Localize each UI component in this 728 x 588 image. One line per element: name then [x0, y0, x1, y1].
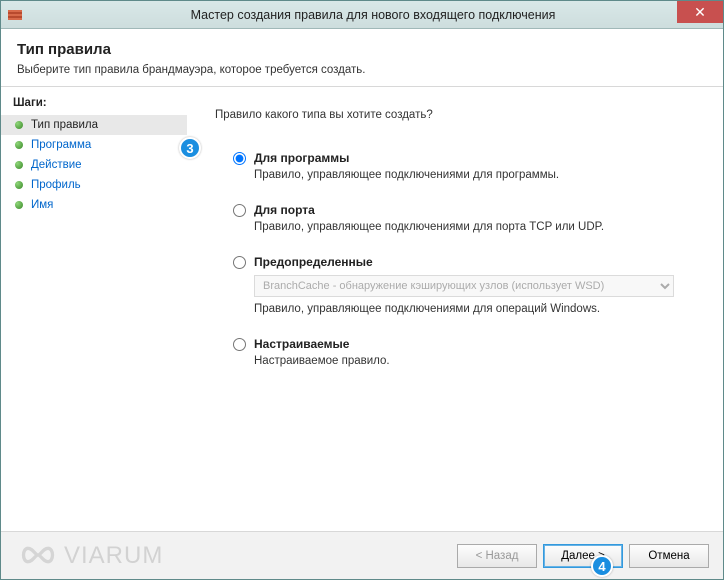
radio-description: Правило, управляющее подключениями для п…: [254, 221, 703, 233]
steps-header: Шаги:: [1, 93, 187, 115]
page-title: Тип правила: [17, 41, 707, 58]
step-label: Действие: [31, 159, 82, 171]
step-name[interactable]: Имя: [1, 195, 187, 215]
close-button[interactable]: ✕: [677, 1, 723, 23]
step-program[interactable]: Программа: [1, 135, 187, 155]
radio-program[interactable]: [233, 152, 246, 165]
step-bullet-icon: [15, 201, 23, 209]
rule-type-radio-group: Для программы Правило, управляющее подкл…: [233, 151, 703, 367]
step-label: Профиль: [31, 179, 81, 191]
radio-description: Правило, управляющее подключениями для п…: [254, 169, 703, 181]
step-label: Тип правила: [31, 119, 98, 131]
firewall-icon: [7, 7, 23, 23]
radio-description: Настраиваемое правило.: [254, 355, 703, 367]
radio-label: Для программы: [254, 151, 349, 165]
step-bullet-icon: [15, 181, 23, 189]
radio-port[interactable]: [233, 204, 246, 217]
step-label: Программа: [31, 139, 91, 151]
radio-label: Настраиваемые: [254, 337, 349, 351]
radio-option-port: Для порта Правило, управляющее подключен…: [233, 203, 703, 233]
step-action[interactable]: Действие: [1, 155, 187, 175]
radio-label: Для порта: [254, 203, 315, 217]
wizard-header: Тип правила Выберите тип правила брандма…: [1, 29, 723, 87]
step-rule-type[interactable]: Тип правила: [1, 115, 187, 135]
radio-option-custom: Настраиваемые Настраиваемое правило.: [233, 337, 703, 367]
wizard-body: Шаги: Тип правила Программа Действие Про…: [1, 87, 723, 525]
radio-option-predefined: Предопределенные BranchCache - обнаружен…: [233, 255, 703, 315]
wizard-footer: < Назад Далее > Отмена 4: [1, 531, 723, 579]
step-profile[interactable]: Профиль: [1, 175, 187, 195]
predefined-select[interactable]: BranchCache - обнаружение кэширующих узл…: [254, 275, 674, 297]
steps-sidebar: Шаги: Тип правила Программа Действие Про…: [1, 87, 187, 525]
wizard-window: Мастер создания правила для нового входя…: [0, 0, 724, 580]
rule-type-question: Правило какого типа вы хотите создать?: [215, 109, 703, 121]
cancel-button[interactable]: Отмена: [629, 544, 709, 568]
step-bullet-icon: [15, 141, 23, 149]
step-bullet-icon: [15, 161, 23, 169]
radio-predefined[interactable]: [233, 256, 246, 269]
step-label: Имя: [31, 199, 53, 211]
radio-custom[interactable]: [233, 338, 246, 351]
annotation-badge-4: 4: [591, 555, 613, 577]
step-bullet-icon: [15, 121, 23, 129]
main-pane: 3 Правило какого типа вы хотите создать?…: [187, 87, 723, 525]
titlebar: Мастер создания правила для нового входя…: [1, 1, 723, 29]
back-button[interactable]: < Назад: [457, 544, 537, 568]
window-title: Мастер создания правила для нового входя…: [23, 8, 723, 22]
annotation-badge-3: 3: [179, 137, 201, 159]
radio-label: Предопределенные: [254, 255, 373, 269]
radio-option-program: Для программы Правило, управляющее подкл…: [233, 151, 703, 181]
page-subtitle: Выберите тип правила брандмауэра, которо…: [17, 64, 707, 76]
radio-description: Правило, управляющее подключениями для о…: [254, 303, 703, 315]
